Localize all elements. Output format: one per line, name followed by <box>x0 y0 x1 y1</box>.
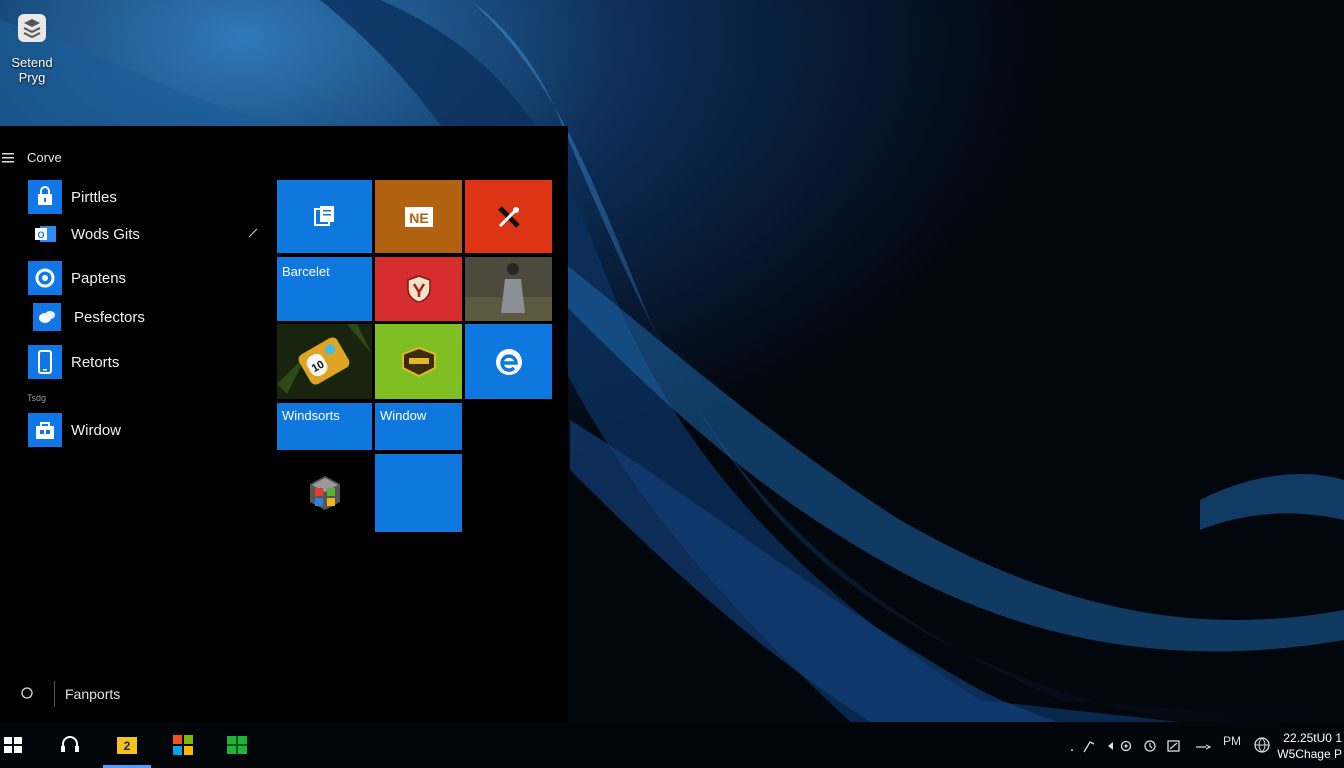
tile-label: Barcelet <box>282 264 330 279</box>
photo-person-icon <box>465 257 552 321</box>
tile-onenote[interactable]: NE <box>375 180 462 253</box>
app-item-4[interactable]: Retorts <box>28 345 119 379</box>
app-item-label: Wirdow <box>71 421 122 439</box>
tile-label: Windsorts <box>282 408 340 423</box>
photos-icon <box>33 303 61 331</box>
headset-icon <box>61 736 79 752</box>
desktop-shortcut-label: Setend Pryg <box>11 55 53 85</box>
green-grid-icon <box>227 736 247 754</box>
app-item-1[interactable]: O Wods Gits <box>28 217 140 251</box>
app-item-label: Retorts <box>71 353 120 371</box>
divider <box>54 681 55 707</box>
app-item-3[interactable]: Pesfectors <box>28 300 145 334</box>
taskbar-clock[interactable]: 22.25tU0 1 W5Chage P <box>1277 730 1342 762</box>
svg-text:NE: NE <box>409 210 428 226</box>
tile-windsorts[interactable]: Windsorts <box>277 403 372 450</box>
tile-shield[interactable] <box>375 257 462 321</box>
system-tray-icons[interactable] <box>1068 739 1188 753</box>
svg-text:2: 2 <box>124 739 131 753</box>
folder-icon: 2 <box>117 737 137 754</box>
app-item-label: Paptens <box>71 269 127 287</box>
taskbar-store[interactable] <box>165 722 201 768</box>
tile-game-badge[interactable] <box>375 324 462 399</box>
lock-bag-icon <box>28 180 62 214</box>
edge-icon <box>495 348 522 375</box>
shield-deer-icon <box>406 275 431 303</box>
start-menu-title: Corve <box>27 150 62 165</box>
tile-tools[interactable] <box>465 180 552 253</box>
store-icon <box>173 735 193 755</box>
taskbar-cortana[interactable] <box>52 722 88 768</box>
bottom-item-label[interactable]: Fanports <box>65 686 120 702</box>
game-can-icon: 10 <box>277 324 372 399</box>
pencil-icon[interactable] <box>247 227 259 239</box>
clock-time: 22.25tU0 1 <box>1283 731 1342 745</box>
app-item-5[interactable]: Wirdow <box>28 413 121 447</box>
tile-files[interactable] <box>277 180 372 253</box>
app-item-label: Wods Gits <box>71 225 140 243</box>
tile-photo[interactable] <box>465 257 552 321</box>
gear-circle-icon <box>28 261 62 295</box>
taskbar-app[interactable] <box>219 722 255 768</box>
cube-icon <box>309 476 340 510</box>
tile-edge[interactable] <box>465 324 552 399</box>
phone-icon <box>28 345 62 379</box>
search-circle-icon[interactable] <box>20 686 34 700</box>
hamburger-menu-icon[interactable] <box>2 153 14 163</box>
stack-icon <box>18 14 46 42</box>
tile-cube[interactable] <box>277 454 372 532</box>
tile-barcelet[interactable]: Barcelet <box>277 257 372 321</box>
tray-ampm: PM <box>1223 734 1241 748</box>
clock-date: W5Chage P <box>1277 747 1342 761</box>
outlook-icon: O <box>34 222 58 246</box>
section-header[interactable]: Tsdg <box>27 393 46 403</box>
app-item-0[interactable]: Pirttles <box>28 180 117 214</box>
network-icon[interactable] <box>1194 740 1214 752</box>
game-badge-icon <box>401 346 436 377</box>
app-item-2[interactable]: Paptens <box>28 261 126 295</box>
taskbar-file-explorer[interactable]: 2 <box>109 722 145 768</box>
tile-label: Window <box>380 408 427 423</box>
globe-icon[interactable] <box>1253 736 1271 754</box>
tile-game-can[interactable]: 10 <box>277 324 372 399</box>
start-button[interactable] <box>0 722 26 768</box>
tile-blank[interactable] <box>375 454 462 532</box>
svg-text:O: O <box>37 230 44 240</box>
files-icon <box>313 205 334 226</box>
app-item-label: Pesfectors <box>74 308 145 326</box>
tools-icon <box>497 205 520 228</box>
desktop-shortcut[interactable]: Setend Pryg <box>6 10 58 85</box>
store-bag-icon <box>28 413 62 447</box>
tile-window[interactable]: Window <box>375 403 462 450</box>
windows-logo-icon <box>4 737 22 753</box>
onenote-icon: NE <box>404 206 433 227</box>
app-item-label: Pirttles <box>71 188 117 206</box>
